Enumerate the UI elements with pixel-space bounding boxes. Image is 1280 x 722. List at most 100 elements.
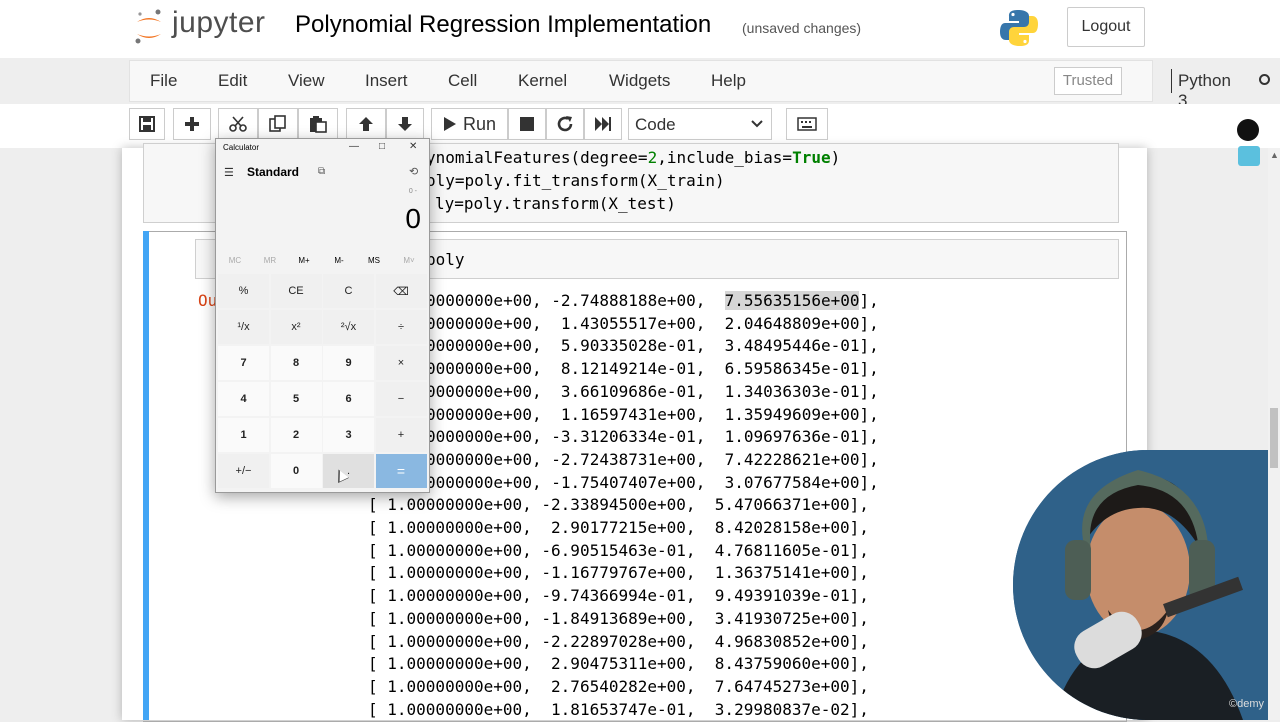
output-spacer [542, 359, 552, 378]
lightbulb-icon[interactable] [1237, 119, 1259, 141]
menu-cell[interactable]: Cell [448, 71, 477, 91]
menu-widgets[interactable]: Widgets [609, 71, 670, 91]
copy-button[interactable] [258, 108, 298, 140]
equals-key[interactable]: = [375, 454, 427, 488]
cell-type-value: Code [635, 115, 676, 134]
paste-button[interactable] [298, 108, 338, 140]
calculator-titlebar[interactable]: Calculator — □ ✕ [216, 139, 429, 159]
kernel-separator [1171, 69, 1172, 93]
output-row: 0000000e+00, 1.16597431e+00, 1.35949609e… [426, 405, 879, 424]
memory-key[interactable]: MC [220, 256, 250, 265]
run-button[interactable]: Run [431, 108, 508, 140]
square-key[interactable]: x² [270, 310, 322, 344]
output-row: [ 1.00000000e+00, -2.33894500e+00, 5.470… [368, 495, 869, 514]
add-key[interactable]: + [375, 418, 427, 452]
toc-toggle-icon[interactable] [1238, 146, 1260, 166]
hamburger-menu-icon[interactable]: ☰ [224, 166, 234, 179]
output-cell-c3: 6.59586345e-01 [724, 359, 860, 379]
output-spacer [705, 427, 724, 446]
subtract-key[interactable]: − [375, 382, 427, 416]
calculator-window[interactable]: Calculator — □ ✕ ☰ Standard ⧉ ⟲ 0 - 0 MC… [215, 138, 430, 493]
save-status: (unsaved changes) [742, 20, 862, 36]
notebook-title[interactable]: Polynomial Regression Implementation [295, 11, 711, 39]
minimize-icon[interactable]: — [349, 141, 359, 152]
output-row: [ 1.00000000e+00, 1.81653747e-01, 3.2998… [368, 700, 869, 719]
menu-file[interactable]: File [150, 71, 177, 91]
jupyter-wordmark[interactable]: jupyter [172, 6, 266, 40]
digit-6-key[interactable]: 6 [323, 382, 374, 416]
negate-key[interactable]: +/− [218, 454, 269, 488]
cell-type-select[interactable]: Code [628, 108, 772, 140]
memory-key[interactable]: M+ [289, 256, 319, 265]
digit-7-key[interactable]: 7 [218, 346, 269, 380]
close-icon[interactable]: ✕ [409, 141, 417, 152]
digit-0-key[interactable]: 0 [270, 454, 322, 488]
output-spacer [696, 700, 715, 719]
output-cell-end: ], [859, 381, 879, 401]
output-spacer [705, 291, 724, 310]
trusted-badge[interactable]: Trusted [1054, 67, 1122, 95]
restart-button[interactable] [546, 108, 584, 140]
save-button[interactable] [129, 108, 165, 140]
output-cell-c2: 2.90177215e+00, [541, 518, 696, 537]
menu-edit[interactable]: Edit [218, 71, 247, 91]
cut-button[interactable] [218, 108, 258, 140]
memory-key[interactable]: MR [255, 256, 285, 265]
digit-4-key[interactable]: 4 [218, 382, 269, 416]
output-spacer [542, 382, 552, 401]
menubar: File Edit View Insert Cell Kernel Widget… [129, 60, 1270, 110]
digit-2-key[interactable]: 2 [270, 418, 322, 452]
output-cell-end: ], [849, 608, 869, 628]
output-cell-end: ], [859, 291, 879, 310]
memory-key[interactable]: M˅ [394, 256, 424, 265]
memory-key[interactable]: M- [324, 256, 354, 265]
arrow-up-icon [359, 117, 373, 131]
output-cell-c1: 1.00000000e+00, [387, 586, 532, 606]
output-cell-c2: 1.16597431e+00, [551, 404, 706, 424]
menu-kernel[interactable]: Kernel [518, 71, 567, 91]
divide-key[interactable]: ÷ [375, 310, 427, 344]
percent-key[interactable]: % [218, 274, 269, 308]
move-up-button[interactable] [346, 108, 386, 140]
insert-cell-button[interactable] [173, 108, 211, 140]
square-root-key[interactable]: ²√x [323, 310, 374, 344]
decimal-key[interactable]: . [323, 454, 374, 488]
interrupt-button[interactable] [508, 108, 546, 140]
scroll-up-icon[interactable]: ▲ [1270, 150, 1279, 160]
scrollbar-thumb[interactable] [1270, 408, 1278, 468]
output-row: [ 1.00000000e+00, -1.84913689e+00, 3.419… [368, 609, 869, 628]
memory-key[interactable]: MS [359, 256, 389, 265]
output-cell-lead: [ [368, 586, 388, 606]
digit-9-key[interactable]: 9 [323, 346, 374, 380]
clear-entry-key[interactable]: CE [270, 274, 322, 308]
menu-help[interactable]: Help [711, 71, 746, 91]
menu-view[interactable]: View [288, 71, 325, 91]
restart-run-all-button[interactable] [584, 108, 622, 140]
output-cell-end: ], [859, 359, 879, 379]
logout-button[interactable]: Logout [1067, 7, 1145, 47]
menu-insert[interactable]: Insert [365, 71, 408, 91]
output-cell-c1: 1.00000000e+00, [387, 699, 532, 719]
jupyter-logo-icon[interactable] [134, 8, 164, 46]
multiply-key[interactable]: × [375, 346, 427, 380]
move-down-button[interactable] [386, 108, 424, 140]
command-palette-button[interactable] [786, 108, 828, 140]
fast-forward-icon [595, 117, 611, 131]
output-cell-c1: 0000000e+00, [426, 291, 542, 310]
output-spacer [532, 654, 542, 673]
maximize-icon[interactable]: □ [379, 141, 385, 152]
digit-1-key[interactable]: 1 [218, 418, 269, 452]
history-icon[interactable]: ⟲ [409, 165, 418, 178]
reciprocal-key[interactable]: ¹/x [218, 310, 269, 344]
output-cell-c3: 1.36375141e+00 [714, 563, 850, 583]
backspace-key[interactable]: ⌫ [375, 274, 427, 308]
output-cell-c2: -3.31206334e-01, [551, 427, 706, 447]
digit-5-key[interactable]: 5 [270, 382, 322, 416]
keep-on-top-icon[interactable]: ⧉ [318, 166, 325, 177]
output-cell-c3: 2.04648809e+00 [724, 313, 860, 333]
digit-8-key[interactable]: 8 [270, 346, 322, 380]
output-cell-c2: -1.84913689e+00, [541, 608, 696, 628]
digit-3-key[interactable]: 3 [323, 418, 374, 452]
clear-key[interactable]: C [323, 274, 374, 308]
cell1-code-line-3: ly=poly.transform(X_test) [435, 194, 676, 213]
